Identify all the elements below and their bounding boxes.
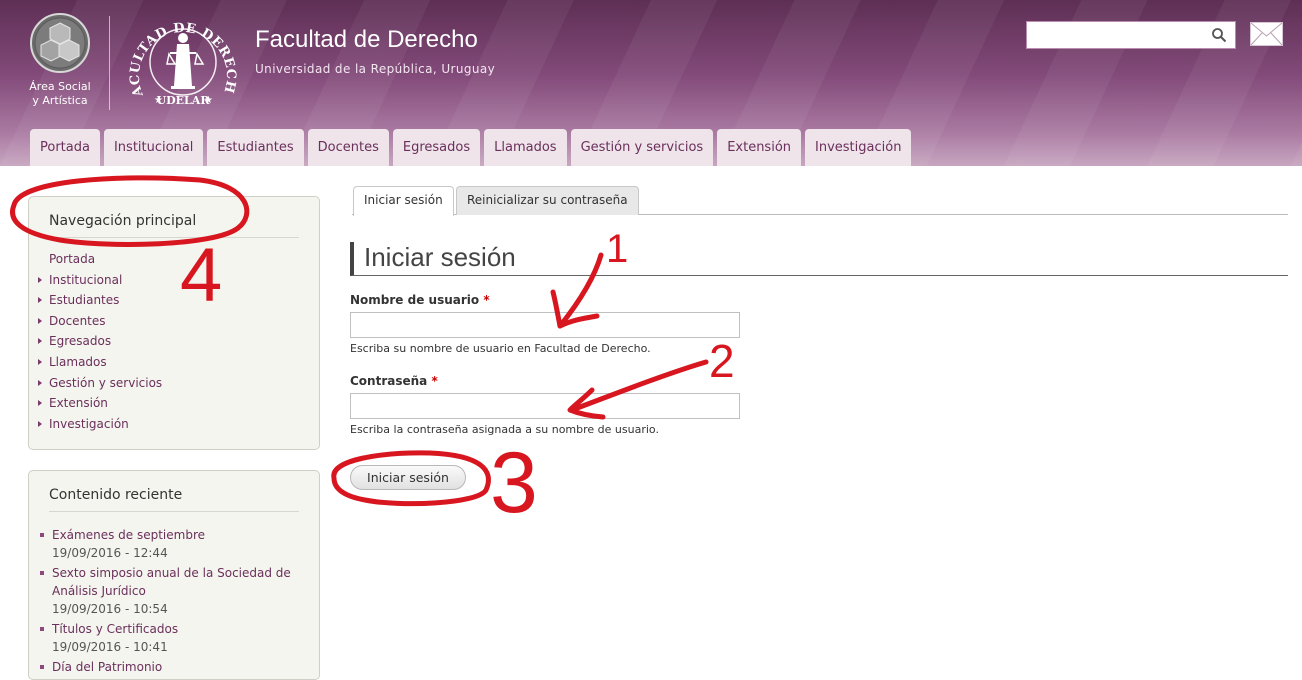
menu-item-label: Egresados xyxy=(49,334,112,349)
menu-item-docentes[interactable]: Docentes xyxy=(29,311,319,332)
menu-item-label: Estudiantes xyxy=(49,293,120,308)
recent-item-date: 19/09/2016 - 12:44 xyxy=(52,546,168,560)
search-icon[interactable] xyxy=(1211,27,1227,43)
required-marker: * xyxy=(483,293,490,307)
menu-item-institucional[interactable]: Institucional xyxy=(29,270,319,291)
list-item: Exámenes de septiembre 19/09/2016 - 12:4… xyxy=(29,526,319,562)
menu-item-label: Portada xyxy=(49,252,96,266)
area-caption-line1: Área Social xyxy=(29,80,91,93)
menu-item-label: Institucional xyxy=(49,272,123,287)
menu-item-extension[interactable]: Extensión xyxy=(29,393,319,414)
expand-arrow-icon xyxy=(38,400,42,407)
search-form xyxy=(1026,21,1236,49)
nav-item-gestion-servicios[interactable]: Gestión y servicios xyxy=(570,129,714,166)
username-label-text: Nombre de usuario xyxy=(350,293,480,307)
list-item: Día del Patrimonio xyxy=(29,658,319,676)
page-title: Iniciar sesión xyxy=(364,242,516,272)
site-slogan: Universidad de la República, Uruguay xyxy=(255,62,496,76)
seal-star-right: ★ xyxy=(204,95,213,106)
nav-item-estudiantes[interactable]: Estudiantes xyxy=(207,129,304,166)
list-item: Sexto simposio anual de la Sociedad de A… xyxy=(29,564,319,618)
site-name[interactable]: Facultad de Derecho xyxy=(255,26,478,54)
menu-item-estudiantes[interactable]: Estudiantes xyxy=(29,290,319,311)
mail-icon[interactable] xyxy=(1250,22,1283,46)
search-input[interactable] xyxy=(1027,22,1207,48)
annotation-number-2: 2 xyxy=(709,335,735,387)
page-title-container: Iniciar sesión xyxy=(350,242,1288,276)
menu-item-label: Docentes xyxy=(49,313,106,328)
main-navigation-menu: Portada Institucional Estudiantes Docent… xyxy=(29,238,319,434)
list-item: Títulos y Certificados 19/09/2016 - 10:4… xyxy=(29,620,319,656)
expand-arrow-icon xyxy=(38,317,42,324)
username-input[interactable] xyxy=(350,312,740,338)
menu-item-label: Investigación xyxy=(49,416,129,431)
area-logo-caption: Área Social y Artística xyxy=(22,80,98,108)
bullet-icon xyxy=(40,627,44,631)
annotation-number-1: 1 xyxy=(606,227,629,271)
recent-item-link[interactable]: Exámenes de septiembre xyxy=(52,526,307,544)
tab-iniciar-sesion[interactable]: Iniciar sesión xyxy=(353,186,454,216)
logo-divider xyxy=(109,16,110,110)
bullet-icon xyxy=(40,533,44,537)
menu-item-portada[interactable]: Portada xyxy=(29,249,319,270)
recent-content-title: Contenido reciente xyxy=(49,471,299,512)
recent-item-link[interactable]: Día del Patrimonio xyxy=(52,658,307,676)
username-description: Escriba su nombre de usuario en Facultad… xyxy=(350,342,651,355)
password-label-text: Contraseña xyxy=(350,374,428,388)
area-social-logo[interactable]: Área Social y Artística xyxy=(22,12,98,118)
annotation-number-4: 4 xyxy=(180,233,223,318)
expand-arrow-icon xyxy=(38,379,42,386)
login-tabs: Iniciar sesión Reinicializar su contrase… xyxy=(352,186,1288,216)
annotation-number-3: 3 xyxy=(490,435,538,531)
bullet-icon xyxy=(40,571,44,575)
tab-reinicializar-contrasena[interactable]: Reinicializar su contraseña xyxy=(456,186,639,215)
password-label: Contraseña * xyxy=(350,374,438,388)
expand-arrow-icon xyxy=(38,338,42,345)
area-caption-line2: y Artística xyxy=(32,94,88,107)
recent-item-date: 19/09/2016 - 10:54 xyxy=(52,602,168,616)
menu-item-llamados[interactable]: Llamados xyxy=(29,352,319,373)
menu-item-egresados[interactable]: Egresados xyxy=(29,331,319,352)
nav-item-docentes[interactable]: Docentes xyxy=(307,129,389,166)
recent-item-date: 19/09/2016 - 10:41 xyxy=(52,640,168,654)
menu-item-label: Llamados xyxy=(49,354,107,369)
bullet-icon xyxy=(40,665,44,669)
menu-item-gestion-servicios[interactable]: Gestión y servicios xyxy=(29,373,319,394)
login-submit-button[interactable]: Iniciar sesión xyxy=(350,465,466,490)
menu-item-investigacion[interactable]: Investigación xyxy=(29,414,319,435)
main-navigation-title: Navegación principal xyxy=(49,197,299,238)
recent-content-list: Exámenes de septiembre 19/09/2016 - 12:4… xyxy=(29,512,319,676)
faculty-seal-logo[interactable]: FACULTAD DE DERECHO UDELAR ★ ★ xyxy=(124,8,242,116)
menu-item-label: Gestión y servicios xyxy=(49,375,163,390)
nav-item-extension[interactable]: Extensión xyxy=(717,129,802,166)
menu-item-label: Extensión xyxy=(49,396,108,411)
recent-content-block: Contenido reciente Exámenes de septiembr… xyxy=(28,470,320,680)
nav-item-investigacion[interactable]: Investigación xyxy=(805,129,912,166)
required-marker: * xyxy=(431,374,438,388)
expand-arrow-icon xyxy=(38,297,42,304)
nav-item-llamados[interactable]: Llamados xyxy=(484,129,567,166)
seal-bottom-text: UDELAR xyxy=(157,94,211,107)
password-input[interactable] xyxy=(350,393,740,419)
username-label: Nombre de usuario * xyxy=(350,293,490,307)
nav-item-institucional[interactable]: Institucional xyxy=(103,129,204,166)
main-navigation-block: Navegación principal Portada Institucion… xyxy=(28,196,320,450)
seal-star-left: ★ xyxy=(154,95,163,106)
expand-arrow-icon xyxy=(38,276,42,283)
main-nav: Portada Institucional Estudiantes Docent… xyxy=(30,129,915,166)
site-header: Área Social y Artística FACULTAD DE DERE… xyxy=(0,0,1302,166)
nav-item-egresados[interactable]: Egresados xyxy=(392,129,481,166)
expand-arrow-icon xyxy=(38,420,42,427)
expand-arrow-icon xyxy=(38,358,42,365)
recent-item-link[interactable]: Títulos y Certificados xyxy=(52,620,307,638)
area-logo-icon xyxy=(30,13,90,73)
nav-item-portada[interactable]: Portada xyxy=(30,129,100,166)
recent-item-link[interactable]: Sexto simposio anual de la Sociedad de A… xyxy=(52,564,307,600)
